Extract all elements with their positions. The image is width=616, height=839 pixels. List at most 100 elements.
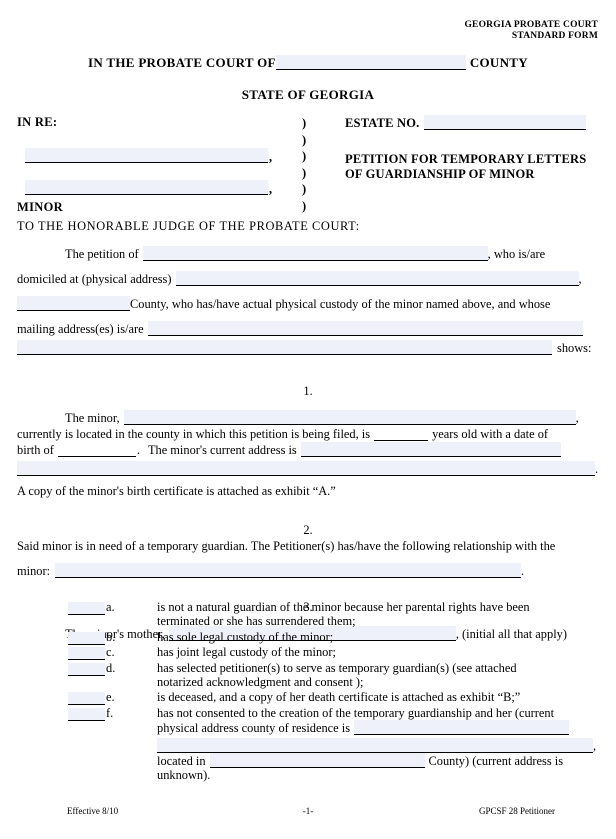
paren-6: ) (302, 198, 307, 213)
document-body: TO THE HONORABLE JUDGE OF THE PROBATE CO… (17, 218, 599, 642)
petitioner-name-field[interactable] (142, 246, 488, 261)
birth-period: . (136, 443, 140, 457)
section-1-minor-line: The minor,, (17, 410, 599, 426)
birth-certificate-note: A copy of the minor's birth certificate … (17, 484, 336, 498)
petition-of-line: The petition of , who is/are (17, 246, 599, 262)
minor-lead-label: The minor, (65, 411, 120, 425)
agency-line-1: GEORGIA PROBATE COURT (464, 20, 598, 30)
form-agency-header: GEORGIA PROBATE COURT STANDARD FORM (464, 20, 598, 42)
item-letter-f: f. (106, 705, 114, 720)
item-letter-e: e. (106, 690, 115, 705)
item-f-residence-label: physical address county of residence is (157, 721, 351, 736)
section-1-located-line: currently is located in the county in wh… (17, 426, 599, 442)
item-letter-d: d. (106, 660, 116, 675)
petition-title: PETITION FOR TEMPORARY LETTERS OF GUARDI… (345, 152, 615, 182)
relationship-field[interactable] (55, 563, 522, 578)
section-1-minor-name-field[interactable] (123, 410, 576, 425)
section-1-address-line-2: . (17, 461, 599, 477)
domicile-address-field[interactable] (175, 271, 579, 286)
item-text-f-line-2: physical address county of residence is (157, 720, 599, 736)
minor-relationship-label: minor: (17, 564, 51, 578)
domiciled-at-label: domiciled at (physical address) (17, 272, 172, 286)
initial-blank-c[interactable] (68, 647, 105, 661)
list-item-a: a. is not a natural guardian of the mino… (17, 600, 599, 629)
petition-title-line-2: OF GUARDIANSHIP OF MINOR (345, 167, 535, 181)
item-text-d-line-1: has selected petitioner(s) to serve as t… (157, 660, 517, 675)
paren-5: ) (302, 182, 307, 196)
county-name-field[interactable] (275, 55, 466, 70)
mother-residence-county-field[interactable] (354, 720, 570, 736)
item-text-f-line-3: , (157, 737, 599, 753)
item-letter-c: c. (106, 645, 115, 660)
section-1-number: 1. (303, 384, 313, 398)
minor-name-field-1[interactable] (25, 148, 268, 163)
agency-line-2: STANDARD FORM (511, 31, 598, 41)
item-letter-b: b. (106, 629, 116, 644)
initial-blank-a[interactable] (68, 602, 105, 615)
honorable-judge-line: TO THE HONORABLE JUDGE OF THE PROBATE CO… (17, 219, 360, 233)
list-item-e: e. is deceased, and a copy of her death … (17, 690, 599, 706)
minor-label: MINOR (17, 200, 63, 214)
section-2-text: Said minor is in need of a temporary gua… (17, 539, 556, 553)
years-old-label: years old with a date of (432, 427, 549, 441)
item-text-d-line-2: notarized acknowledgment and consent ); (157, 675, 364, 690)
minor-name-comma-1: , (269, 150, 273, 164)
item-text-f-line-4: located in County) (current address is (157, 753, 599, 769)
domicile-comma: , (578, 272, 582, 286)
mailing-address-line: mailing address(es) is/are (17, 321, 599, 337)
minor-current-address-field[interactable] (300, 442, 561, 457)
minor-name-comma: , (575, 411, 579, 425)
item-text-a-line-2: terminated or she has surrendered them; (157, 614, 356, 629)
estate-no-field[interactable] (424, 115, 587, 130)
section-2-minor-line: minor:. (17, 563, 599, 579)
located-text-label: currently is located in the county in wh… (17, 427, 371, 441)
item-f-continuation-comma: , (593, 738, 597, 753)
item-text-c: has joint legal custody of the minor; (157, 645, 336, 660)
mother-located-county-field[interactable] (209, 753, 425, 769)
minor-current-address-field-continued[interactable] (17, 461, 595, 476)
current-address-label: The minor's current address is (147, 443, 297, 457)
item-text-f-line-5: unknown). (157, 768, 211, 783)
petition-title-line-1: PETITION FOR TEMPORARY LETTERS (345, 152, 587, 166)
minor-age-field[interactable] (374, 427, 429, 441)
section-2-number: 2. (303, 523, 313, 537)
mailing-address-line-2: shows: (17, 340, 599, 356)
list-item-f: f. has not consented to the creation of … (17, 706, 599, 783)
birth-of-label: birth of (17, 443, 54, 457)
shows-label: shows: (557, 341, 592, 355)
domiciled-line: domiciled at (physical address), (17, 271, 599, 287)
date-of-birth-field[interactable] (57, 443, 136, 457)
initial-blank-e[interactable] (68, 692, 105, 706)
court-title-line: IN THE PROBATE COURT OF COUNTY (0, 55, 616, 71)
caption-right-column: ESTATE NO. PETITION FOR TEMPORARY LETTER… (345, 115, 615, 182)
footer-form-id: GPCSF 28 Petitioner (478, 806, 555, 816)
list-item-b: b. has sole legal custody of the minor; (17, 629, 599, 645)
minor-name-comma-2: , (269, 182, 273, 196)
paren-3: ) (302, 149, 307, 163)
paren-1: ) (302, 116, 307, 130)
item-text-b: has sole legal custody of the minor; (157, 629, 334, 644)
estate-no-label: ESTATE NO. (345, 116, 420, 130)
item-letter-a: a. (106, 600, 115, 614)
section-1-birth-line: birth of. The minor's current address is (17, 442, 599, 458)
minor-name-field-2[interactable] (25, 180, 268, 195)
initial-blank-d[interactable] (68, 662, 105, 676)
county-paren-label: County) (current address is (428, 754, 564, 769)
estate-no-row: ESTATE NO. (345, 115, 615, 131)
county-custody-line: County, who has/have actual physical cus… (17, 296, 599, 312)
located-in-label: located in (157, 754, 206, 769)
mailing-address-field-continued[interactable] (17, 340, 552, 355)
mother-residence-county-field-continued[interactable] (157, 737, 593, 753)
court-suffix-label: COUNTY (469, 55, 528, 70)
domicile-county-field[interactable] (17, 296, 130, 311)
initial-blank-b[interactable] (68, 631, 105, 645)
state-line: STATE OF GEORGIA (241, 87, 375, 102)
page-footer: Effective 8/10 -1- GPCSF 28 Petitioner (17, 806, 599, 820)
caption-left-column: IN RE: , , MINOR (17, 115, 307, 215)
in-re-label: IN RE: (17, 115, 58, 129)
caption-paren-column: ) ) ) ) ) ) (302, 115, 322, 214)
address-end-period: . (595, 462, 599, 476)
initial-blank-f[interactable] (68, 707, 105, 721)
item-text-e: is deceased, and a copy of her death cer… (157, 690, 521, 705)
mailing-address-field[interactable] (147, 321, 583, 336)
